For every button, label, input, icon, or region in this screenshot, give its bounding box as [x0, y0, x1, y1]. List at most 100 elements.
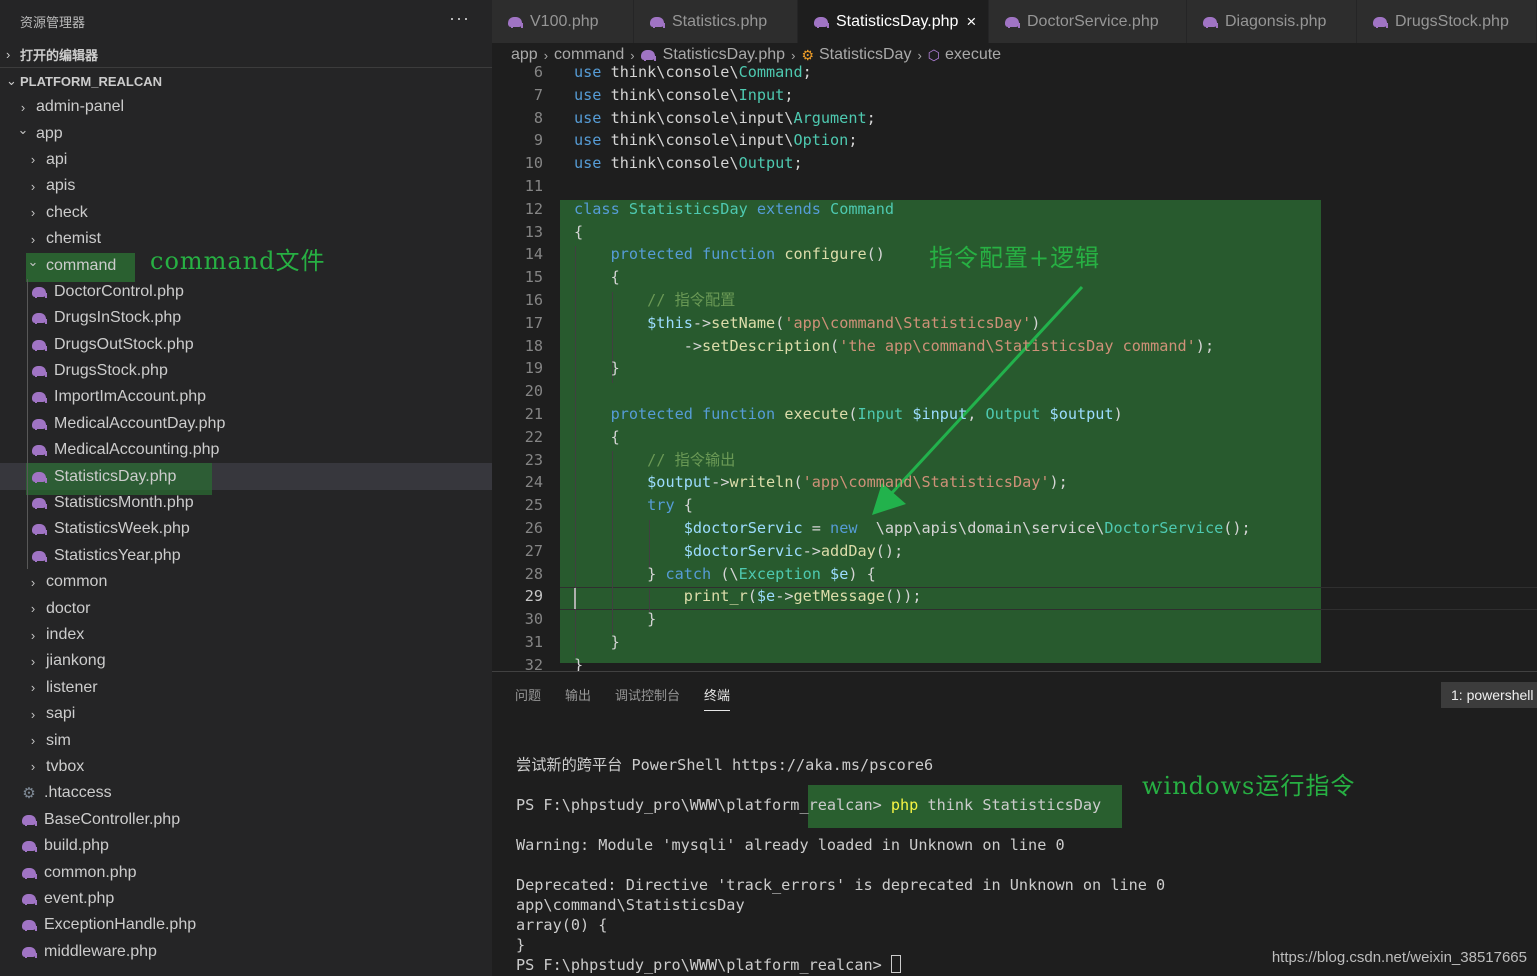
tree-item-label: api	[46, 150, 68, 168]
code-line: protected function configure()	[574, 243, 885, 266]
chevron-right-icon: ›	[30, 574, 36, 590]
indent-guide	[27, 463, 28, 490]
tree-file[interactable]: DrugsOutStock.php	[0, 331, 492, 358]
code-token: Command	[738, 63, 803, 81]
indent-guide	[27, 516, 28, 543]
tree-folder-sapi[interactable]: › sapi	[0, 701, 492, 727]
indent-guide	[27, 410, 28, 438]
tab-diagonsis[interactable]: Diagonsis.php	[1187, 0, 1357, 43]
code-token: configure	[784, 245, 867, 264]
tree-folder-common[interactable]: › common	[0, 569, 492, 595]
tab-drugsstock[interactable]: DrugsStock.php	[1357, 0, 1537, 43]
close-icon[interactable]: ×	[966, 12, 976, 32]
tree-file[interactable]: DoctorControl.php	[0, 278, 492, 306]
tree-file[interactable]: DrugsInStock.php	[0, 305, 492, 332]
indent-guide	[27, 489, 28, 517]
line-number: 29	[524, 587, 543, 606]
breadcrumb-method[interactable]: execute	[945, 46, 1001, 64]
panel-tab[interactable]: 调试控制台	[615, 685, 680, 711]
tree-file[interactable]: ⚙ .htaccess	[0, 780, 492, 806]
tree-file[interactable]: StatisticsYear.php	[0, 542, 492, 570]
breadcrumb-app[interactable]: app	[511, 46, 538, 64]
panel-tab[interactable]: 输出	[565, 685, 591, 711]
line-number: 24	[524, 473, 543, 492]
code-token: // 指令配置	[647, 291, 736, 309]
line-number: 16	[524, 291, 543, 309]
code-line: print_r($e->getMessage());	[574, 585, 922, 608]
terminal-selector[interactable]: 1: powershell	[1441, 682, 1537, 708]
tree-file[interactable]: DrugsStock.php	[0, 357, 492, 385]
line-number: 28	[524, 564, 543, 583]
tree-folder-listener[interactable]: › listener	[0, 675, 492, 701]
code-token: think\console\	[610, 63, 739, 81]
breadcrumb-class[interactable]: StatisticsDay	[819, 46, 911, 64]
tree-folder-check[interactable]: › check	[0, 200, 492, 226]
code-line: } catch (\Exception $e) {	[574, 563, 876, 586]
chevron-right-icon: ›	[30, 205, 36, 221]
tree-file[interactable]: StatisticsDay.php	[0, 463, 492, 496]
php-file-icon	[1373, 16, 1388, 28]
chevron-right-icon: ›	[30, 152, 36, 168]
more-actions-icon[interactable]: ···	[449, 8, 470, 29]
tree-file[interactable]: event.php	[0, 886, 492, 912]
breadcrumb-file[interactable]: StatisticsDay.php	[663, 46, 785, 64]
code-token: think\console\input\	[610, 108, 794, 127]
code-token: $e	[756, 587, 776, 606]
tree-item-label: index	[46, 626, 85, 643]
code-token: print_r	[683, 587, 748, 606]
gear-icon: ⚙	[22, 785, 36, 803]
annotation-config-logic: 指令配置+逻辑	[929, 244, 1101, 272]
breadcrumb-command[interactable]: command	[554, 46, 624, 64]
tree-file[interactable]: common.php	[0, 859, 492, 885]
tree-item-label: chemist	[46, 230, 102, 248]
tree-file[interactable]: StatisticsWeek.php	[0, 516, 492, 543]
tree-file[interactable]: ExceptionHandle.php	[0, 912, 492, 938]
tree-file[interactable]: middleware.php	[0, 939, 492, 965]
workspace-section[interactable]: ⌄ PLATFORM_REALCAN	[0, 68, 492, 94]
tree-file[interactable]: BaseController.php	[0, 807, 492, 833]
code-line: }	[574, 654, 583, 671]
tree-file[interactable]: MedicalAccounting.php	[0, 437, 492, 464]
tree-folder-apis[interactable]: › apis	[0, 173, 492, 199]
tree-folder-admin-panel[interactable]: › admin-panel	[0, 94, 492, 120]
tab-v100[interactable]: V100.php	[492, 0, 634, 43]
code-token: {	[574, 268, 620, 287]
code-editor[interactable]: 指令配置+逻辑 6 use think\console\Command; 7 use …	[492, 63, 1537, 671]
tree-file[interactable]: ImportImAccount.php	[0, 384, 492, 411]
chevron-down-icon: ⌄	[6, 73, 17, 88]
panel-tab[interactable]: 问题	[515, 685, 541, 711]
tree-file[interactable]: MedicalAccountDay.php	[0, 410, 492, 438]
code-token: ;	[848, 131, 858, 150]
tab-doctorservice[interactable]: DoctorService.php	[989, 0, 1187, 43]
indent-guide	[27, 278, 28, 306]
code-token: function	[702, 245, 785, 264]
open-editors-section[interactable]: › 打开的编辑器	[0, 42, 492, 68]
tree-file[interactable]: StatisticsMonth.php	[0, 489, 492, 517]
chevron-right-icon: ›	[30, 680, 36, 696]
tree-folder-tvbox[interactable]: › tvbox	[0, 754, 492, 780]
code-token: );	[1049, 473, 1068, 492]
file-tree: › admin-panel ⌄ app › api › apis › check › chemist ⌄…	[0, 94, 492, 965]
tree-folder-doctor[interactable]: › doctor	[0, 595, 492, 621]
terminal-prompt-line: PS F:\phpstudy_pro\WWW\platform_realcan>	[516, 955, 901, 975]
tab-statistics[interactable]: Statistics.php	[634, 0, 798, 43]
tree-folder-app[interactable]: ⌄ app	[0, 120, 492, 146]
explorer-title: 资源管理器	[20, 14, 86, 30]
tree-folder-sim[interactable]: › sim	[0, 727, 492, 753]
line-number: 17	[524, 313, 543, 332]
php-file-icon	[814, 16, 829, 28]
tree-file[interactable]: build.php	[0, 833, 492, 859]
php-file-icon	[32, 313, 47, 325]
chevron-right-icon: ›	[30, 601, 36, 617]
tree-folder-jiankong[interactable]: › jiankong	[0, 648, 492, 674]
annotation-command-files: command文件	[150, 247, 326, 275]
tree-item-label: tvbox	[46, 757, 85, 775]
panel-tab[interactable]: 终端	[704, 685, 731, 711]
code-token: think\console\	[610, 85, 739, 104]
code-line: use think\console\input\Option;	[574, 129, 857, 152]
tab-statisticsday[interactable]: StatisticsDay.php ×	[798, 0, 989, 43]
tree-folder-api[interactable]: › api	[0, 147, 492, 173]
tree-folder-index[interactable]: › index	[0, 622, 492, 648]
